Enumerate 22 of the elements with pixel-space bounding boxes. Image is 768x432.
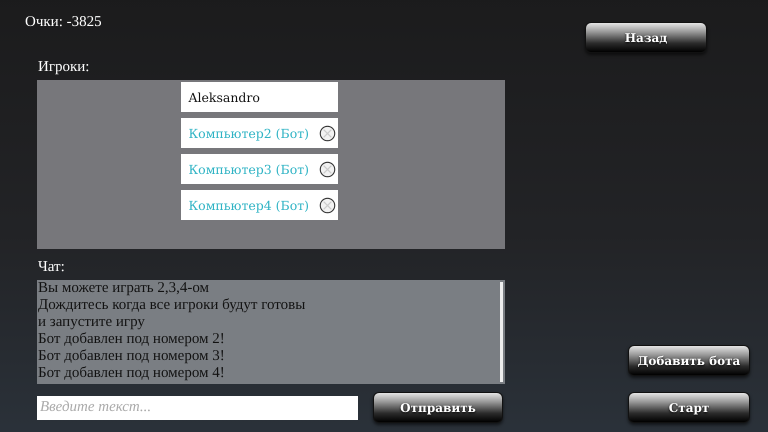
- remove-bot-icon[interactable]: [318, 160, 336, 178]
- start-button[interactable]: Старт: [628, 392, 750, 423]
- chat-input-field[interactable]: Введите текст...: [37, 396, 358, 420]
- send-button[interactable]: Отправить: [373, 392, 503, 423]
- chat-label: Чат:: [38, 258, 66, 276]
- remove-bot-icon[interactable]: [318, 196, 336, 214]
- players-label: Игроки:: [38, 58, 90, 76]
- player-name: Компьютер2 (Бот): [188, 126, 310, 140]
- add-bot-button[interactable]: Добавить бота: [628, 345, 750, 376]
- chat-message: Бот добавлен под номером 4!: [38, 365, 226, 382]
- chat-message: и запустите игру: [38, 314, 146, 331]
- chat-message: Бот добавлен под номером 3!: [38, 348, 226, 365]
- player-name: Aleksandro: [188, 90, 260, 104]
- chat-message: Бот добавлен под номером 2!: [38, 331, 226, 348]
- chat-message: Дождитесь когда все игроки будут готовы: [38, 297, 306, 314]
- player-name: Компьютер3 (Бот): [188, 162, 310, 176]
- score-label: Очки: -3825: [25, 13, 103, 32]
- player-name: Компьютер4 (Бот): [188, 198, 310, 212]
- chat-message: Вы можете играть 2,3,4-ом: [38, 280, 210, 297]
- back-button[interactable]: Назад: [585, 22, 707, 53]
- scrollbar[interactable]: [500, 282, 503, 382]
- remove-bot-icon[interactable]: [318, 124, 336, 142]
